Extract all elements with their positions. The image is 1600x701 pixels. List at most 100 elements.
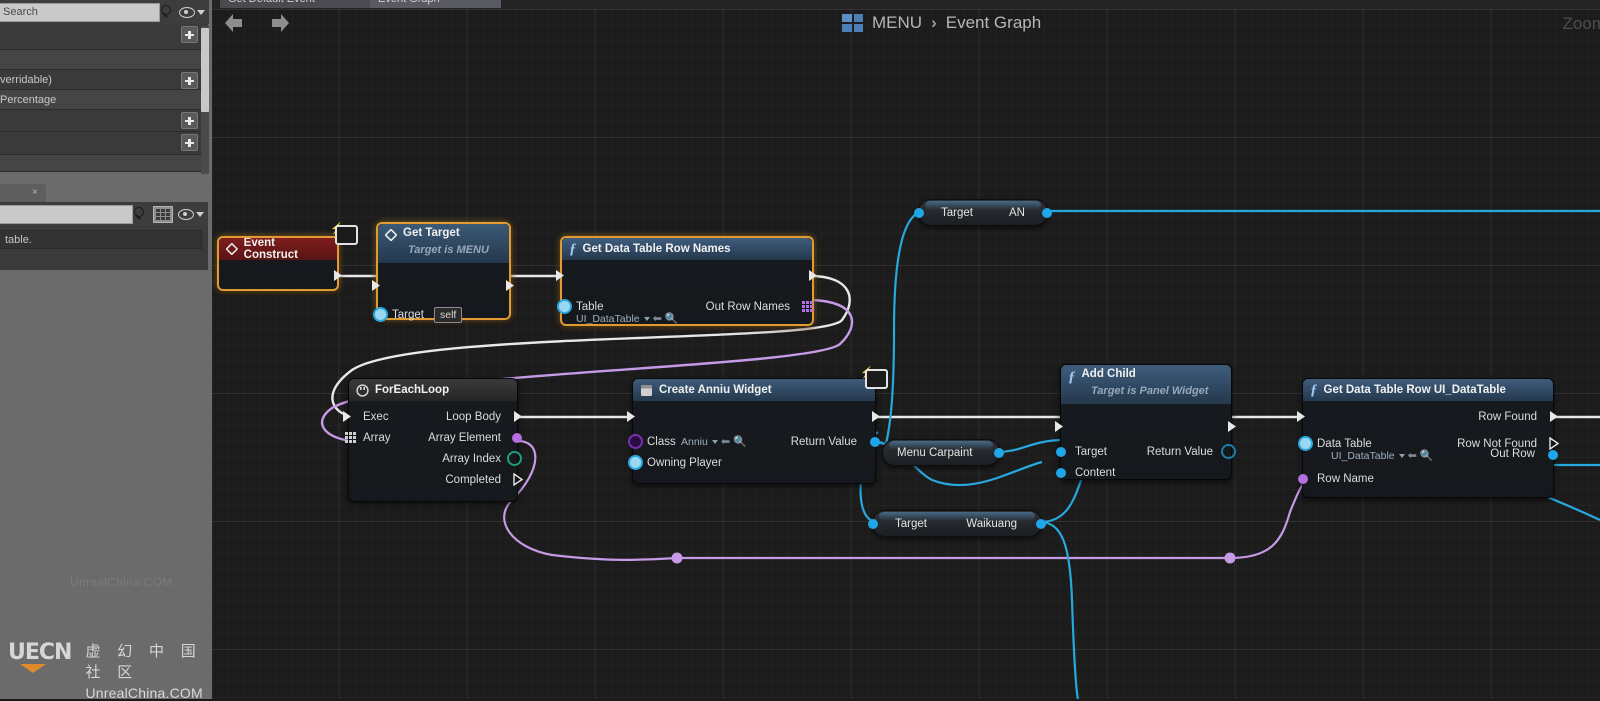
browse-icon[interactable]: 🔍	[1420, 449, 1434, 462]
owning-player-pin[interactable]	[628, 455, 643, 470]
exec-out-pin[interactable]	[871, 410, 882, 423]
chevron-down-icon[interactable]	[196, 211, 204, 217]
exec-out-pin[interactable]	[1227, 420, 1238, 433]
add-element-button[interactable]	[181, 134, 198, 151]
chevron-down-icon[interactable]	[711, 439, 718, 444]
list-item[interactable]	[0, 132, 208, 155]
reset-icon[interactable]: ⬅	[653, 312, 662, 325]
pin-row[interactable]	[219, 265, 342, 286]
list-item[interactable]	[0, 24, 208, 50]
panel-scrollbar-thumb[interactable]	[201, 28, 209, 112]
reset-icon[interactable]: ⬅	[1408, 449, 1417, 462]
target-self-value[interactable]: self	[434, 306, 463, 323]
target-in-pin[interactable]	[868, 518, 878, 529]
return-value-pin[interactable]	[1221, 444, 1236, 459]
chevron-down-icon[interactable]	[197, 9, 205, 15]
grid-view-icon[interactable]	[153, 205, 173, 223]
list-item[interactable]: verridable)	[0, 70, 208, 90]
pin-row[interactable]: Exec Loop Body	[343, 406, 522, 427]
add-element-button[interactable]	[181, 26, 198, 43]
exec-in-pin[interactable]	[1054, 420, 1065, 433]
pin-row[interactable]: Out Row Row Name	[1298, 448, 1558, 489]
out-row-names-pin[interactable]	[802, 301, 813, 312]
array-in-pin[interactable]	[345, 432, 356, 443]
tab-event-graph[interactable]: Event Graph	[370, 0, 501, 8]
chevron-down-icon[interactable]	[1398, 453, 1405, 458]
search-input[interactable]: Search	[0, 2, 160, 22]
list-item[interactable]	[0, 110, 208, 132]
pin-row[interactable]: Array Array Element	[345, 427, 522, 448]
pin-row[interactable]: Completed	[349, 469, 524, 490]
breadcrumb-leaf[interactable]: Event Graph	[946, 13, 1041, 33]
pin-row[interactable]: Content	[1056, 462, 1231, 483]
comment-bubble-icon[interactable]: ⚡	[330, 222, 358, 246]
chevron-down-icon[interactable]	[643, 316, 650, 321]
pin-row[interactable]: Array Index	[349, 448, 522, 469]
pin-row[interactable]	[627, 406, 880, 427]
exec-out-pin[interactable]	[808, 269, 819, 282]
browse-icon[interactable]: 🔍	[665, 312, 679, 325]
node-variable-menu-carpaint[interactable]: Menu Carpaint	[882, 439, 1004, 466]
variable-out-pin[interactable]	[994, 447, 1004, 458]
reset-icon[interactable]: ⬅	[721, 435, 730, 448]
exec-out-pin[interactable]	[505, 279, 516, 292]
sub-search-input[interactable]	[0, 204, 133, 224]
pin-row[interactable]: Owning Player	[628, 452, 875, 473]
browse-icon[interactable]: 🔍	[733, 435, 747, 448]
pin-row[interactable]: Table UI_DataTable ⬅ 🔍 Out Row Names	[557, 296, 813, 325]
close-icon[interactable]: ×	[32, 188, 41, 198]
add-element-button[interactable]	[181, 72, 198, 89]
target-in-pin[interactable]	[1056, 446, 1066, 457]
node-get-target[interactable]: Get Target Target is MENU Target self	[372, 222, 514, 323]
loop-body-pin[interactable]	[513, 410, 524, 423]
list-item[interactable]	[0, 155, 208, 172]
exec-in-pin[interactable]	[342, 410, 353, 423]
pin-row[interactable]: Row Found	[1297, 406, 1558, 427]
node-variable-waikuang[interactable]: Target Waikuang	[868, 510, 1046, 537]
node-get-data-table-row-names[interactable]: ƒ Get Data Table Row Names Table UI_Data…	[556, 236, 817, 326]
data-table-value-dropdown[interactable]: UI_DataTable ⬅ 🔍	[1331, 449, 1434, 463]
table-in-pin[interactable]	[557, 299, 572, 314]
search-icon[interactable]	[160, 5, 174, 19]
pin-row[interactable]: Target Return Value	[1056, 441, 1236, 462]
node-add-child[interactable]: ƒ Add Child Target is Panel Widget Targe…	[1055, 364, 1236, 483]
list-item[interactable]	[0, 50, 208, 70]
variable-out-pin[interactable]	[1036, 518, 1046, 529]
pin-row[interactable]	[1055, 416, 1236, 437]
exec-out-pin[interactable]	[333, 269, 344, 282]
node-get-data-table-row[interactable]: ƒ Get Data Table Row UI_DataTable Row Fo…	[1297, 378, 1560, 498]
sub-panel-tab[interactable]: ×	[0, 184, 46, 202]
target-in-pin[interactable]	[373, 307, 388, 322]
tab-get-default-event[interactable]: Get Default Event	[220, 0, 381, 8]
exec-in-pin[interactable]	[555, 269, 566, 282]
data-table-in-pin[interactable]	[1298, 436, 1313, 451]
forward-arrow-icon[interactable]	[268, 12, 292, 34]
node-create-anniu-widget[interactable]: Create Anniu Widget Class Anniu ⬅ 🔍 Retu…	[627, 378, 880, 484]
back-arrow-icon[interactable]	[222, 12, 246, 34]
array-element-pin[interactable]	[512, 432, 522, 443]
target-in-pin[interactable]	[914, 207, 924, 218]
class-value-dropdown[interactable]: Anniu ⬅ 🔍	[681, 435, 747, 449]
node-foreach-loop[interactable]: ForEachLoop Exec Loop Body Array Array E…	[343, 378, 524, 502]
breadcrumb-root[interactable]: MENU	[872, 13, 922, 33]
eye-icon[interactable]	[179, 6, 195, 18]
variable-out-pin[interactable]	[1042, 207, 1052, 218]
row-found-pin[interactable]	[1549, 410, 1560, 423]
add-element-button[interactable]	[181, 112, 198, 129]
return-value-pin[interactable]	[870, 436, 880, 447]
search-icon[interactable]	[133, 207, 147, 221]
array-index-pin[interactable]	[507, 451, 522, 466]
list-item[interactable]: Percentage	[0, 90, 208, 110]
exec-in-pin[interactable]	[1296, 410, 1307, 423]
node-variable-an[interactable]: Target AN	[914, 199, 1052, 226]
row-not-found-pin[interactable]	[1549, 437, 1560, 450]
pin-row[interactable]	[556, 265, 817, 286]
pin-row[interactable]: Class Anniu ⬅ 🔍 Return Value	[628, 431, 880, 452]
pin-row[interactable]: Target self	[373, 304, 509, 325]
pin-row[interactable]	[372, 275, 514, 296]
row-name-in-pin[interactable]	[1298, 473, 1308, 484]
node-event-construct[interactable]: Event Construct	[217, 236, 342, 291]
content-in-pin[interactable]	[1056, 467, 1066, 478]
exec-in-pin[interactable]	[371, 279, 382, 292]
list-item[interactable]: table.	[0, 230, 202, 249]
